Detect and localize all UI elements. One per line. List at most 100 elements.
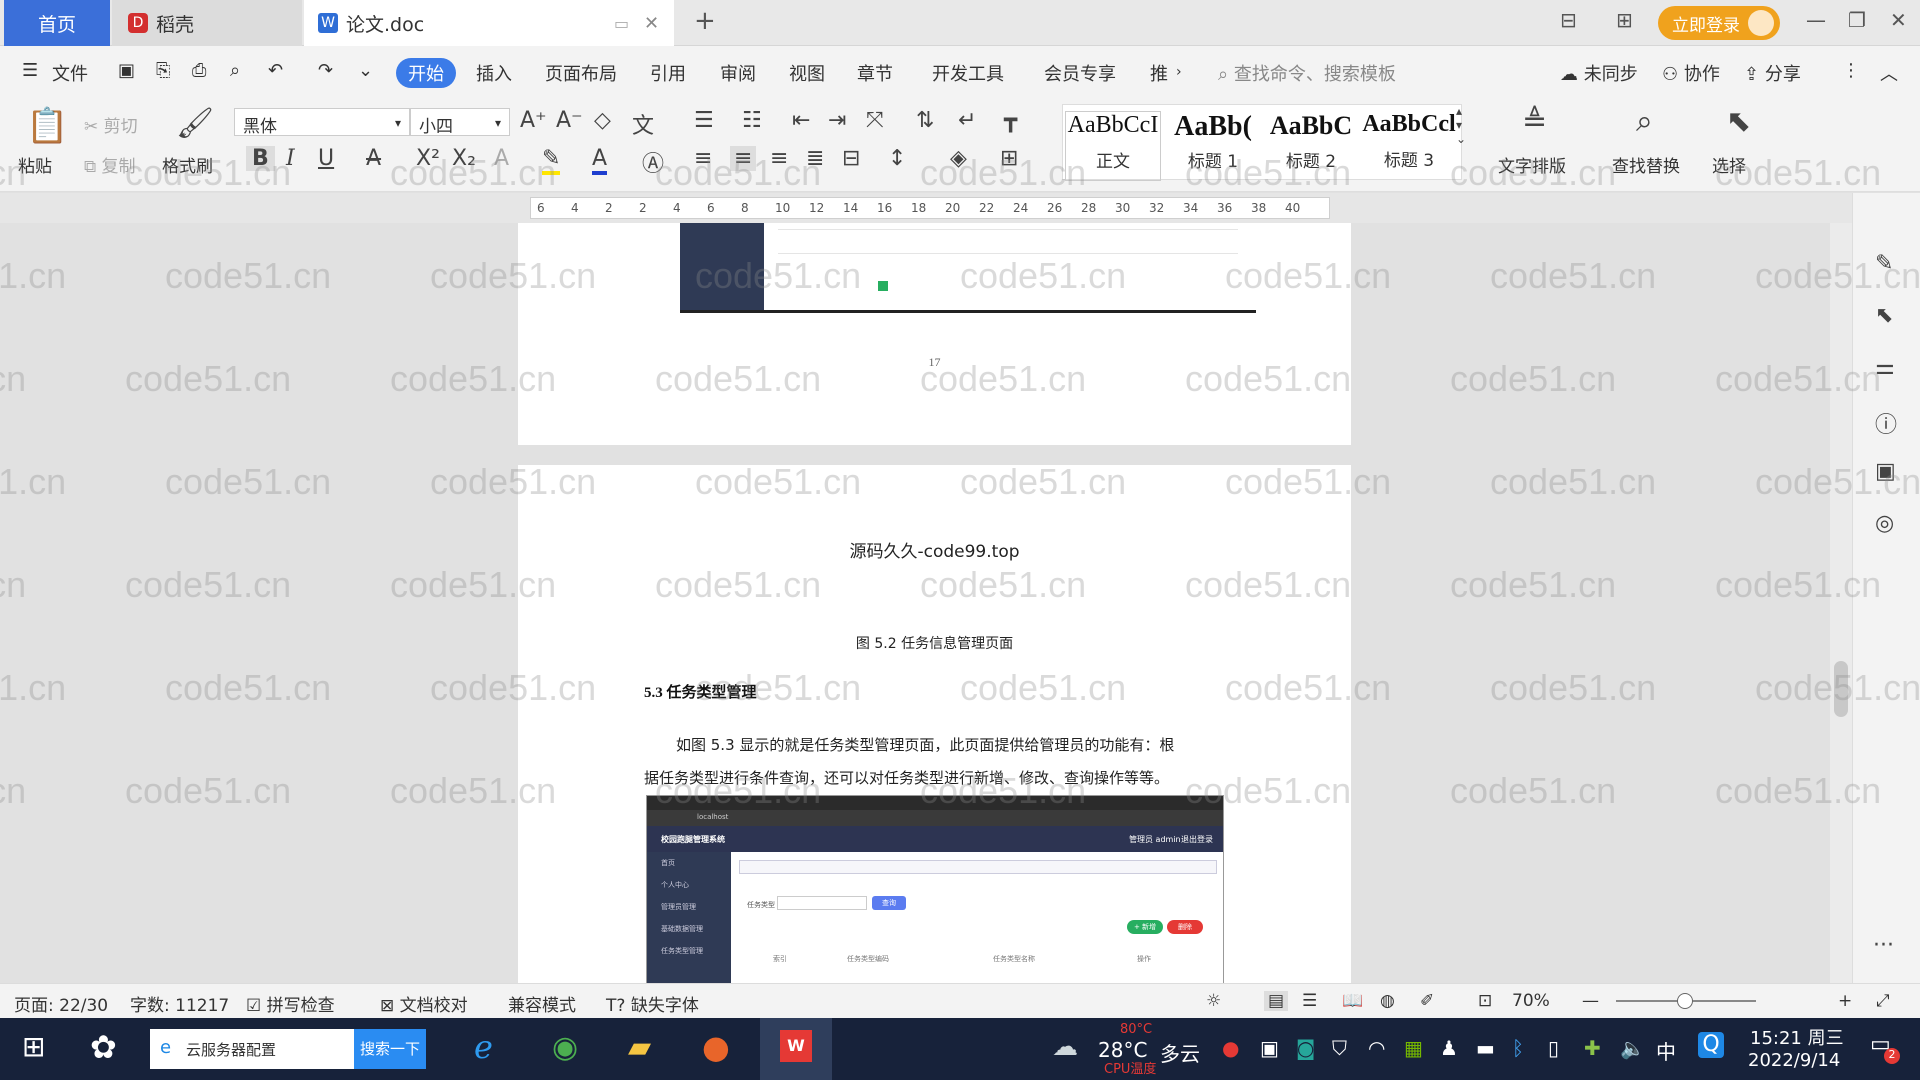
tab-home[interactable]: 首页 <box>4 0 110 46</box>
vertical-scrollbar[interactable] <box>1830 223 1852 983</box>
decrease-indent-icon[interactable]: ⇤ <box>792 108 810 133</box>
page-view-icon[interactable]: ▤ <box>1264 991 1289 1011</box>
text-effect-icon[interactable]: A <box>494 146 509 171</box>
menu-view[interactable]: 视图 <box>789 60 825 86</box>
help-icon[interactable]: ⓘ <box>1875 407 1897 439</box>
strikethrough-icon[interactable]: A <box>366 146 381 171</box>
align-right-icon[interactable]: ≡ <box>770 146 788 171</box>
read-view-icon[interactable]: 📖 <box>1342 991 1363 1011</box>
font-name-select[interactable]: 黑体 ▾ <box>234 108 410 137</box>
tray-bag-icon[interactable]: ▣ <box>1260 1036 1279 1060</box>
taskbar-search-input[interactable]: e 云服务器配置 <box>150 1029 354 1069</box>
clock-date[interactable]: 2022/9/14 <box>1748 1050 1840 1071</box>
style-normal[interactable]: AaBbCcI 正文 <box>1065 111 1161 181</box>
ime-indicator[interactable]: 中 <box>1656 1036 1676 1065</box>
underline-icon[interactable]: U <box>318 146 334 171</box>
battery-icon[interactable]: ▯ <box>1548 1036 1559 1060</box>
distribute-icon[interactable]: ⊟ <box>842 146 860 171</box>
more-dots-icon[interactable]: ··· <box>1873 933 1894 958</box>
volume-icon[interactable]: 🔈 <box>1620 1036 1645 1060</box>
undo-icon[interactable]: ↶ <box>268 60 283 81</box>
wifi-icon[interactable]: ◠ <box>1368 1036 1385 1060</box>
text-layout-button[interactable]: 文字排版 <box>1498 152 1566 177</box>
new-tab-button[interactable]: + <box>694 6 716 36</box>
windows-start-icon[interactable]: ⊞ <box>22 1030 45 1063</box>
layout-toggle-icon[interactable]: ⊟ <box>1560 8 1577 32</box>
line-spacing-icon[interactable]: ↕ <box>888 146 906 171</box>
redo-icon[interactable]: ↷ <box>318 60 333 81</box>
chevron-right-icon[interactable]: › <box>1176 64 1182 80</box>
select-button[interactable]: 选择 <box>1712 152 1746 177</box>
menu-references[interactable]: 引用 <box>650 60 686 86</box>
superscript-icon[interactable]: X² <box>416 146 440 171</box>
menu-more[interactable]: 推 <box>1150 60 1168 86</box>
clipboard-icon[interactable]: 📋 <box>26 106 68 146</box>
justify-icon[interactable]: ≣ <box>806 146 824 171</box>
save-icon[interactable]: ▣ <box>118 60 135 81</box>
tray-shield-icon[interactable]: ⛉ <box>1332 1036 1347 1060</box>
file-explorer-icon[interactable]: ▰ <box>628 1030 651 1065</box>
web-view-icon[interactable]: ◍ <box>1380 991 1395 1011</box>
app-mascot-icon[interactable]: ● <box>702 1028 730 1066</box>
increase-indent-icon[interactable]: ⇥ <box>828 108 846 133</box>
weather-cloud-icon[interactable]: ☁ <box>1052 1032 1078 1062</box>
spellcheck-button[interactable]: ☑ 拼写检查 <box>246 991 335 1016</box>
pointer-icon[interactable]: ⬉ <box>1875 303 1893 328</box>
tray-wechat-icon[interactable]: ◙ <box>1296 1036 1315 1060</box>
highlight-icon[interactable]: ✎ <box>542 146 561 175</box>
close-tab-icon[interactable]: ✕ <box>644 13 659 34</box>
align-left-icon[interactable]: ≡ <box>694 146 712 171</box>
menu-insert[interactable]: 插入 <box>476 60 512 86</box>
menu-review[interactable]: 审阅 <box>720 60 756 86</box>
bluetooth-icon[interactable]: ᛒ <box>1512 1036 1524 1060</box>
qq-icon[interactable]: Q <box>1698 1032 1724 1058</box>
tray-game-icon[interactable]: ✚ <box>1584 1036 1601 1060</box>
menu-home[interactable]: 开始 <box>396 58 456 88</box>
compass-icon[interactable]: ◎ <box>1875 511 1894 536</box>
minimize-icon[interactable]: — <box>1806 8 1826 32</box>
fullscreen-icon[interactable]: ⤢ <box>1876 991 1890 1011</box>
copy-button[interactable]: ⧉ 复制 <box>84 152 136 177</box>
sync-status[interactable]: ☁ 未同步 <box>1560 60 1638 86</box>
zoom-select[interactable]: 70% <box>1512 991 1550 1011</box>
clock-time[interactable]: 15:21 周三 <box>1750 1024 1844 1050</box>
zoom-slider-knob[interactable] <box>1677 993 1694 1009</box>
menu-page-layout[interactable]: 页面布局 <box>545 60 617 86</box>
internet-explorer-icon[interactable]: ℯ <box>474 1028 493 1066</box>
restore-icon[interactable]: ❐ <box>1848 8 1866 32</box>
tray-drive-icon[interactable]: ▬ <box>1476 1036 1495 1060</box>
monitor-icon[interactable]: ▭ <box>614 14 629 33</box>
show-marks-icon[interactable]: ↵ <box>958 108 976 133</box>
tab-daoke[interactable]: D 稻壳 <box>112 0 302 46</box>
eye-protect-icon[interactable]: ☼ <box>1206 991 1221 1011</box>
pinwheel-icon[interactable]: ✿ <box>90 1028 117 1066</box>
menu-member[interactable]: 会员专享 <box>1044 60 1116 86</box>
write-view-icon[interactable]: ✐ <box>1420 991 1434 1011</box>
browser-icon[interactable]: ◉ <box>552 1030 578 1065</box>
export-icon[interactable]: ⎘ <box>156 60 170 81</box>
bullet-list-icon[interactable]: ☰ <box>694 108 714 133</box>
grow-font-icon[interactable]: A⁺ <box>520 108 547 133</box>
zoom-out-icon[interactable]: — <box>1582 991 1599 1011</box>
shrink-font-icon[interactable]: A⁻ <box>556 108 583 133</box>
wps-taskbar-button[interactable]: W <box>760 1018 832 1080</box>
phonetic-icon[interactable]: 文 <box>632 108 654 140</box>
paste-button[interactable]: 粘贴 <box>18 152 52 177</box>
magnifier-icon[interactable]: ⌕ <box>1636 104 1653 139</box>
menu-file[interactable]: 文件 <box>52 60 88 86</box>
missing-font-button[interactable]: T? 缺失字体 <box>606 991 699 1016</box>
collab-button[interactable]: ⚇ 协作 <box>1662 60 1720 86</box>
style-heading-3[interactable]: AaBbCcl 标题 3 <box>1361 111 1457 181</box>
sort-icon[interactable]: ⇅ <box>916 108 934 133</box>
image-icon[interactable]: ▣ <box>1875 459 1896 484</box>
print-icon[interactable]: ⎙ <box>192 60 206 81</box>
style-heading-2[interactable]: AaBbC 标题 2 <box>1263 111 1359 181</box>
menu-chapter[interactable]: 章节 <box>857 60 893 86</box>
page-indicator[interactable]: 页面: 22/30 <box>14 991 108 1016</box>
cursor-icon[interactable]: ⬉ <box>1726 104 1751 139</box>
menu-developer[interactable]: 开发工具 <box>932 60 1004 86</box>
tray-app-icon[interactable]: ● <box>1222 1036 1239 1060</box>
close-window-icon[interactable]: ✕ <box>1890 8 1907 32</box>
tab-document[interactable]: W 论文.doc ▭ ✕ <box>304 0 674 46</box>
pen-icon[interactable]: ✎ <box>1875 251 1893 276</box>
